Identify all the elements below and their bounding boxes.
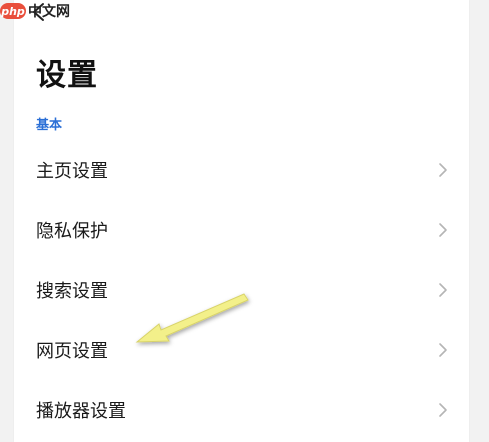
menu-item-player-settings[interactable]: 播放器设置 — [14, 380, 469, 440]
page-title: 设置 — [36, 58, 98, 93]
menu-item-privacy[interactable]: 隐私保护 — [14, 200, 469, 260]
menu-item-label: 网页设置 — [36, 341, 108, 362]
chevron-right-icon — [439, 283, 447, 297]
menu-item-label: 播放器设置 — [36, 401, 126, 422]
chevron-right-icon — [439, 343, 447, 357]
menu-item-label: 搜索设置 — [36, 281, 108, 302]
menu-item-label: 隐私保护 — [36, 221, 108, 242]
menu-item-search-settings[interactable]: 搜索设置 — [14, 260, 469, 320]
section-label-basic: 基本 — [36, 118, 63, 133]
back-arrow-icon[interactable] — [30, 2, 48, 22]
chevron-right-icon — [439, 403, 447, 417]
chevron-right-icon — [439, 223, 447, 237]
menu-item-label: 主页设置 — [36, 161, 108, 182]
menu-item-webpage-settings[interactable]: 网页设置 — [14, 320, 469, 380]
menu-item-home-settings[interactable]: 主页设置 — [14, 140, 469, 200]
chevron-right-icon — [439, 163, 447, 177]
settings-menu: 主页设置 隐私保护 搜索设置 网页设置 播放器设置 — [14, 140, 469, 440]
